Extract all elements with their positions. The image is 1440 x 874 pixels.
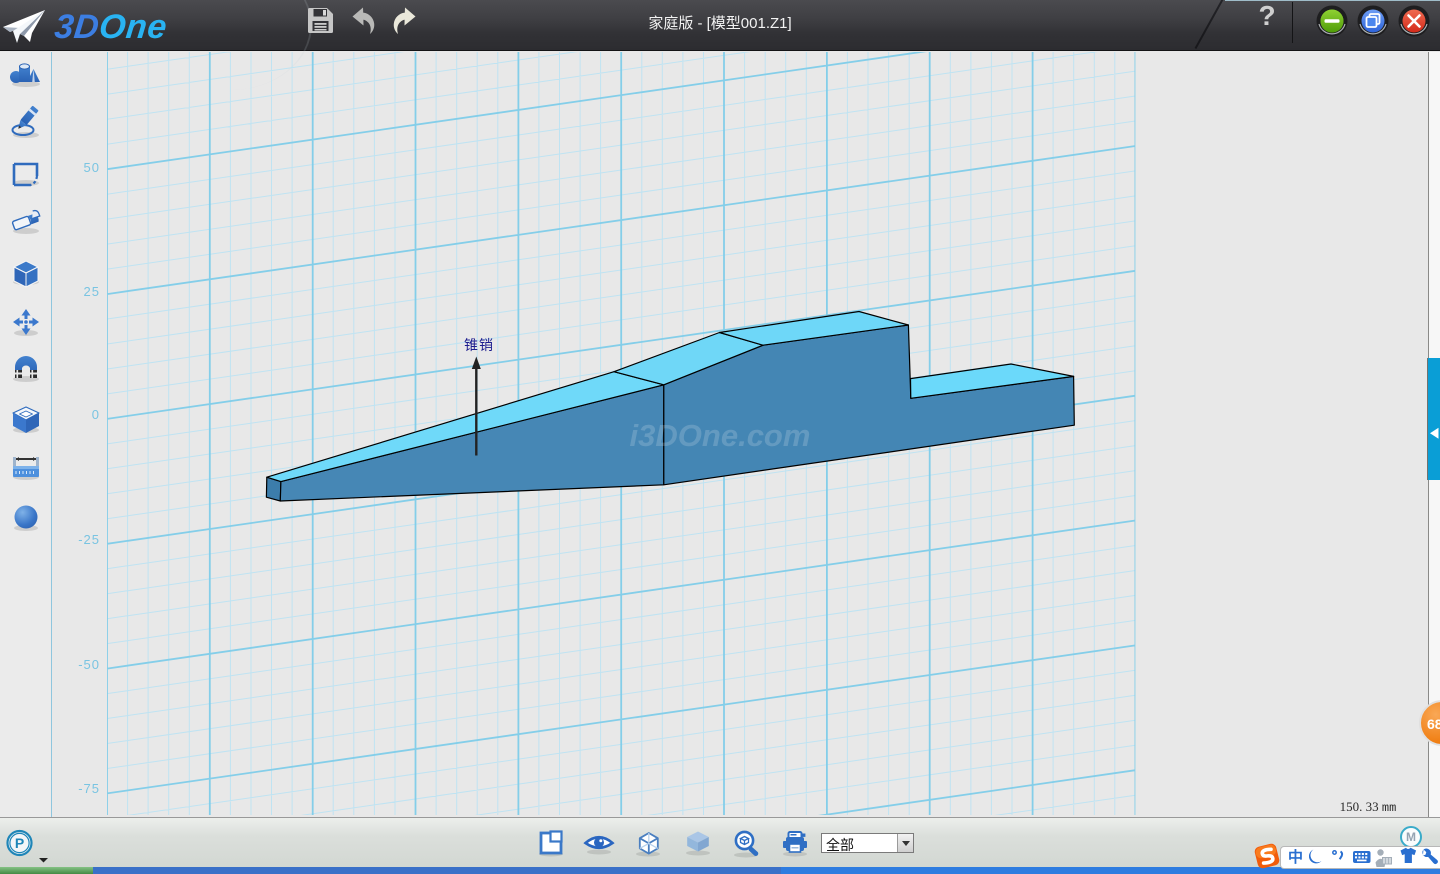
svg-text:0: 0 bbox=[92, 407, 100, 422]
svg-text:锥销: 锥销 bbox=[464, 337, 494, 353]
svg-text:25: 25 bbox=[84, 284, 100, 299]
svg-text:50: 50 bbox=[84, 160, 100, 175]
svg-text:P: P bbox=[15, 835, 24, 851]
svg-text:中: 中 bbox=[1288, 848, 1303, 866]
svg-text:-50: -50 bbox=[78, 657, 100, 672]
svg-text:-75: -75 bbox=[78, 781, 100, 796]
svg-text:-25: -25 bbox=[78, 532, 100, 547]
svg-text:i3DOne.com: i3DOne.com bbox=[630, 418, 811, 453]
